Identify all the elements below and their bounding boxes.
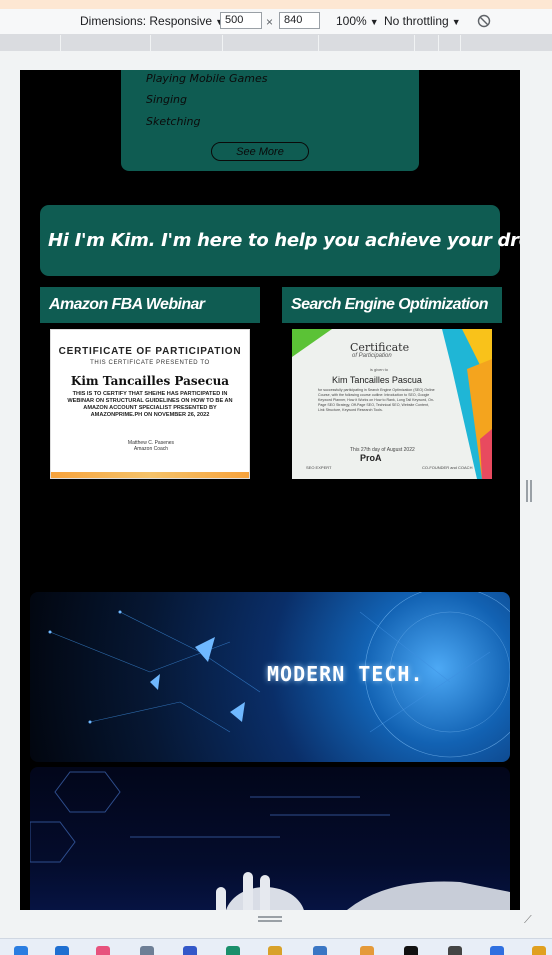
zoom-dropdown[interactable]: 100% ▼	[336, 14, 379, 28]
certificate-signer: CO-FOUNDER and COACH	[422, 465, 473, 470]
banner-title: MODERN TECH.	[267, 662, 424, 686]
certificate-presented: THIS CERTIFICATE PRESENTED TO	[90, 360, 210, 366]
throttling-label: No throttling	[384, 14, 449, 28]
robot-hand-graphic	[30, 771, 510, 910]
hobby-item: Singing	[146, 93, 188, 106]
width-input[interactable]: 500	[220, 12, 262, 29]
times-symbol: ×	[266, 15, 274, 29]
device-viewport: Playing Mobile Games Singing Sketching S…	[20, 70, 520, 910]
certificate-title: Search Engine Optimization	[282, 287, 502, 323]
certificate-logo: ProA	[360, 453, 382, 463]
certificate-heading: CERTIFICATE OF PARTICIPATION	[58, 346, 242, 357]
rotate-icon[interactable]	[477, 14, 491, 28]
certificate-border-bar	[51, 472, 249, 478]
browser-top-strip	[0, 0, 552, 9]
height-input[interactable]: 840	[279, 12, 320, 29]
caret-down-icon: ▼	[369, 17, 379, 27]
media-query-ruler	[0, 35, 552, 51]
greeting-banner: Hi I'm Kim. I'm here to help you achieve…	[40, 205, 520, 276]
caret-down-icon: ▼	[451, 17, 461, 27]
certificate-name: Kim Tancailles Pasecua	[70, 374, 230, 388]
robot-hand-banner[interactable]	[30, 767, 510, 910]
throttling-dropdown[interactable]: No throttling ▼	[384, 14, 461, 28]
hobby-item: Sketching	[146, 115, 201, 128]
hobby-item: Playing Mobile Games	[146, 72, 268, 85]
certificate-image-amazon[interactable]: CERTIFICATE OF PARTICIPATION THIS CERTIF…	[50, 329, 250, 479]
modern-tech-banner[interactable]: MODERN TECH.	[30, 592, 510, 762]
certificate-signer: SEO EXPERT	[306, 465, 332, 470]
zoom-label: 100%	[336, 14, 367, 28]
dimensions-dropdown[interactable]: Dimensions: Responsive▼	[80, 14, 224, 28]
devtools-device-toolbar: Dimensions: Responsive▼ 500 × 840 100%▼ …	[0, 9, 552, 35]
certificate-title: Amazon FBA Webinar	[40, 287, 260, 323]
certificate-presented: is given to	[370, 367, 389, 372]
certificate-signer: Matthew C. Pasenes Amazon Coach	[127, 440, 175, 452]
see-more-button[interactable]: See More	[211, 142, 309, 161]
corner-resize-icon[interactable]: ⟋	[524, 914, 532, 927]
right-resize-handle[interactable]	[526, 480, 532, 502]
hobbies-card: Playing Mobile Games Singing Sketching S…	[121, 70, 419, 171]
dimensions-label: Dimensions: Responsive	[80, 14, 213, 28]
certificate-name: Kim Tancailles Pascua	[332, 375, 422, 385]
certificate-subheading: of Participation	[352, 353, 392, 359]
certificate-body: THIS IS TO CERTIFY THAT SHE/HE HAS PARTI…	[67, 391, 233, 418]
certificate-image-seo[interactable]: Certificate of Participation is given to…	[292, 329, 492, 479]
bottom-resize-handle[interactable]	[258, 916, 282, 922]
certificate-body: for successfully participating in Search…	[318, 388, 435, 412]
taskbar	[0, 938, 552, 955]
